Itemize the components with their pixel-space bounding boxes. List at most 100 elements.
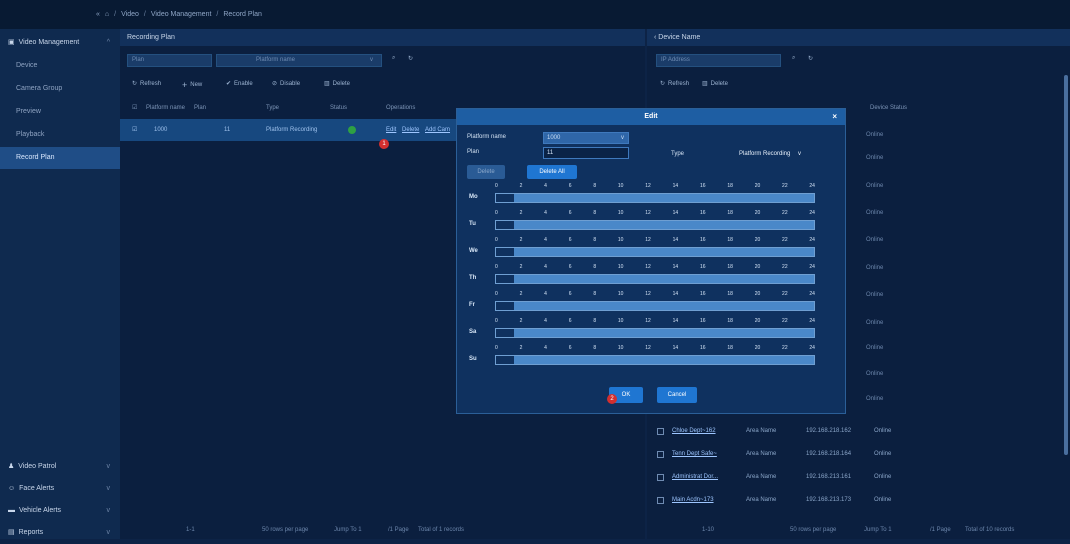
scrollbar[interactable] [1064,75,1068,455]
sidebar-item-preview[interactable]: Preview [0,101,120,123]
delete-button[interactable]: Delete [467,165,505,179]
hour-tick: 10 [617,210,624,216]
select-all-checkbox[interactable]: ☑ [132,100,137,117]
schedule-timeline-bar[interactable] [495,247,815,257]
column-plan[interactable]: Plan [194,100,206,117]
hour-tick: 10 [617,291,624,297]
schedule-timeline-bar[interactable] [495,301,815,311]
schedule-gap [496,248,514,256]
hour-tick: 20 [754,345,761,351]
check-icon: ✔ [226,81,232,87]
collapse-arrow-icon[interactable]: ‹ [654,34,656,41]
schedule-timeline-bar[interactable] [495,328,815,338]
row-checkbox[interactable] [657,427,664,435]
hour-tick: 10 [617,237,624,243]
day-row-mo: Mo 0 2 4 6 8 10 12 14 16 18 20 22 24 [457,183,847,209]
refresh-button[interactable]: ↻ Refresh [660,80,689,88]
new-button[interactable]: + New [182,80,202,90]
disable-button[interactable]: ⊘ Disable [272,80,300,88]
chevron-down-icon: v [370,57,373,63]
plan-filter-input[interactable]: Plan [127,54,212,67]
rows-per-page-select[interactable]: 50 rows per page [790,523,836,537]
delete-button[interactable]: ▥ Delete [702,80,728,88]
sidebar-item-playback[interactable]: Playback [0,124,120,146]
hour-tick: 8 [593,291,597,297]
sidebar-item-record-plan[interactable]: Record Plan [0,147,120,169]
schedule-timeline-bar[interactable] [495,274,815,284]
step-badge: 1 [379,139,389,149]
cancel-button[interactable]: Cancel [657,387,697,403]
reset-icon[interactable]: ↻ [408,55,413,62]
table-row[interactable]: Administrat Dor... Area Name 192.168.213.1… [647,466,1070,488]
day-label: Su [469,356,477,362]
hour-tick: 0 [495,237,498,243]
hour-tick: 8 [593,264,597,270]
platform-label: Platform name [467,134,507,140]
row-checkbox[interactable] [657,473,664,481]
sidebar-item-vehicle-alerts[interactable]: ▬ Vehicle Alerts v [0,500,120,522]
row-checkbox[interactable]: ☑ [132,119,137,141]
delete-button[interactable]: ▥ Delete [324,80,350,88]
plan-input[interactable]: 11 [543,147,629,159]
type-select[interactable]: Platform Recording v [739,151,801,157]
pagination-range: 1-1 [186,527,195,533]
rows-per-page-select[interactable]: 50 rows per page [262,523,308,537]
hour-tick: 2 [519,183,523,189]
schedule-timeline-bar[interactable] [495,355,815,365]
schedule-gap [496,356,514,364]
schedule-timeline-bar[interactable] [495,220,815,230]
video-icon: ▣ [8,39,15,46]
hour-tick: 24 [809,264,815,270]
column-device-status[interactable]: Device Status [870,100,907,117]
column-platform-name[interactable]: Platform name [146,100,185,117]
search-icon[interactable]: ⌕ [792,55,795,62]
row-checkbox[interactable] [657,496,664,504]
delete-all-button[interactable]: Delete All [527,165,577,179]
refresh-button[interactable]: ↻ Refresh [132,80,161,88]
page-count: /1 Page [388,527,409,533]
column-type[interactable]: Type [266,100,279,117]
sidebar-section-video-management[interactable]: ▣ Video Management ^ [0,32,120,54]
hour-tick: 2 [519,237,523,243]
edit-dialog: Edit × Platform name 1000 v Plan 11 Type P… [456,108,846,414]
enable-button[interactable]: ✔ Enable [226,80,253,88]
breadcrumb-item[interactable]: Video [121,11,139,18]
sidebar-item-face-alerts[interactable]: ☺ Face Alerts v [0,478,120,500]
platform-select[interactable]: 1000 v [543,132,629,144]
jump-to-input[interactable]: Jump To 1 [864,523,892,537]
platform-filter-input[interactable]: Platform name v [216,54,382,67]
table-row[interactable]: Chloe Dept~162 Area Name 192.168.218.162 On… [647,420,1070,442]
chevron-down-icon: v [106,463,111,470]
collapse-icon[interactable]: « [96,11,100,18]
home-icon[interactable]: ⌂ [105,11,109,18]
chevron-up-icon: ^ [106,39,110,46]
column-status[interactable]: Status [330,100,347,117]
delete-link[interactable]: Delete [402,119,419,141]
table-row[interactable]: Tenn Dept Safe~ Area Name 192.168.218.164 O… [647,443,1070,465]
jump-to-input[interactable]: Jump To 1 [334,523,362,537]
sidebar-item-camera-group[interactable]: Camera Group [0,78,120,100]
sidebar-item-device[interactable]: Device [0,55,120,77]
hour-tick: 20 [754,291,761,297]
hour-tick: 24 [809,183,815,189]
schedule-gap [496,275,514,283]
hour-tick: 18 [727,183,733,189]
ip-address-input[interactable]: IP Address [656,54,781,67]
hour-tick: 14 [672,210,679,216]
add-camera-link[interactable]: Add Cam [425,119,450,141]
breadcrumb-item[interactable]: Video Management [151,11,212,18]
edit-link[interactable]: Edit [386,119,396,141]
schedule-gap [496,329,514,337]
search-icon[interactable]: ⌕ [392,55,395,62]
schedule-timeline-bar[interactable] [495,193,815,203]
hour-tick: 12 [645,210,651,216]
table-row[interactable]: Main Acdn~173 Area Name 192.168.213.173 Onl… [647,489,1070,511]
sidebar-item-video-patrol[interactable]: ♟ Video Patrol v [0,456,120,478]
hour-tick: 20 [754,318,761,324]
sidebar-item-reports[interactable]: ▤ Reports v [0,522,120,544]
reset-icon[interactable]: ↻ [808,55,813,62]
panel-title: Recording Plan [120,29,645,46]
row-checkbox[interactable] [657,450,664,458]
close-icon[interactable]: × [832,109,837,125]
patrol-icon: ♟ [8,463,15,470]
